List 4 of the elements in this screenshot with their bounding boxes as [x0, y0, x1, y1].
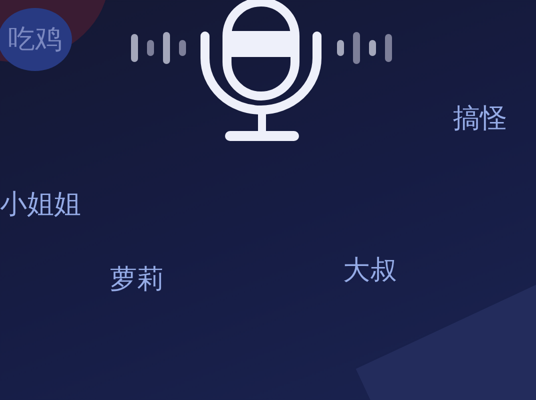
- voice-option[interactable]: 搞怪: [453, 105, 507, 132]
- voice-option[interactable]: 萝莉: [110, 266, 164, 293]
- voice-option[interactable]: 小姐姐: [0, 191, 81, 218]
- voice-option[interactable]: 大叔: [343, 257, 397, 284]
